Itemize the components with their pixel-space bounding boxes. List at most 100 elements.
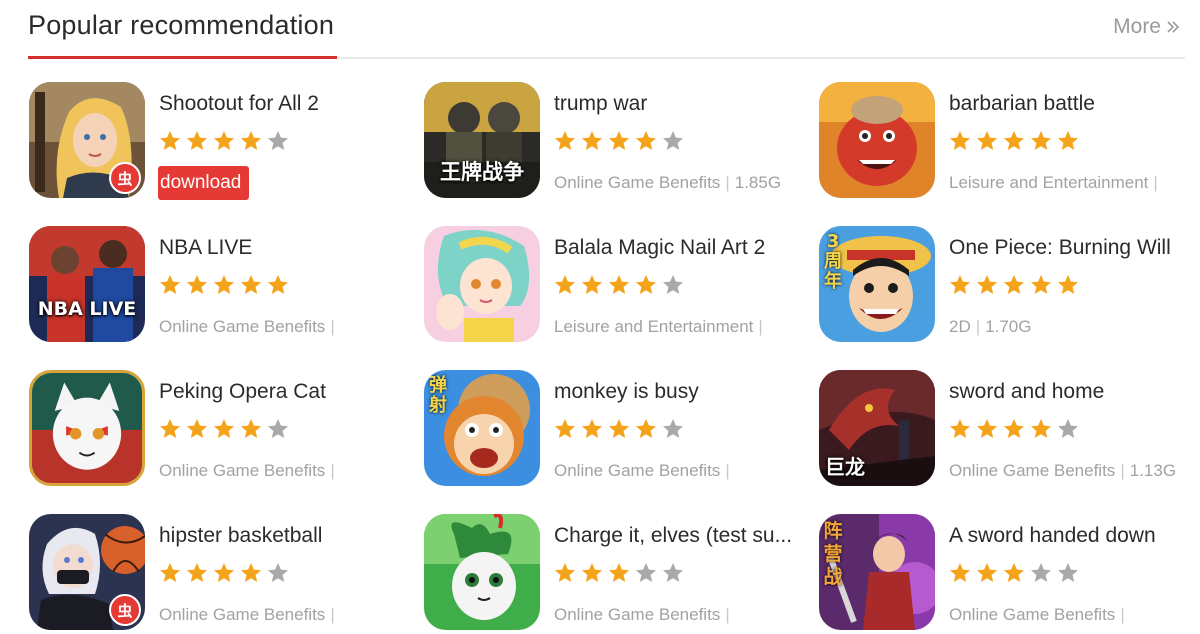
game-card[interactable]: Charge it, elves (test su... Online Game… <box>424 514 804 634</box>
game-meta: Online Game Benefits | <box>554 605 730 624</box>
rating-stars <box>947 273 1082 297</box>
star-icon <box>187 563 207 582</box>
game-category: 2D <box>949 317 971 336</box>
star-icon <box>214 419 234 438</box>
game-card[interactable]: 虫 Shootout for All 2 download <box>29 82 409 202</box>
game-meta: Online Game Benefits | <box>949 605 1125 624</box>
star-icon <box>582 131 602 150</box>
game-title[interactable]: trump war <box>554 92 647 116</box>
game-meta: 2D | 1.70G <box>949 317 1032 336</box>
star-icon <box>1058 131 1078 150</box>
star-icon <box>636 131 656 150</box>
red-barbarian-icon[interactable] <box>819 82 935 198</box>
game-category: Online Game Benefits <box>554 173 721 192</box>
anime-girl-nails-icon[interactable] <box>424 226 540 342</box>
game-meta: Online Game Benefits | 1.85G <box>554 173 782 192</box>
game-card[interactable]: 阵营战 A sword handed down Online Game Bene… <box>819 514 1199 634</box>
straw-hat-pirate-icon[interactable]: 3周年 <box>819 226 935 342</box>
star-icon <box>1004 131 1024 150</box>
rating-stars <box>552 417 687 441</box>
game-card[interactable]: 虫 hipster basketball Online Game Benefit… <box>29 514 409 634</box>
tile-text: 阵营战 <box>823 520 843 588</box>
tile-text: 3周年 <box>824 231 842 292</box>
game-category: Leisure and Entertainment <box>554 317 754 336</box>
star-icon <box>950 275 970 294</box>
game-category: Online Game Benefits <box>159 317 326 336</box>
game-card[interactable]: Peking Opera Cat Online Game Benefits | <box>29 370 409 490</box>
tile-badge: 虫 <box>109 162 141 194</box>
tile-text: 王牌战争 <box>440 160 524 184</box>
star-icon <box>160 419 180 438</box>
game-card[interactable]: barbarian battle Leisure and Entertainme… <box>819 82 1199 202</box>
game-category: Leisure and Entertainment <box>949 173 1149 192</box>
blonde-soldier-girl-icon[interactable]: 虫 <box>29 82 145 198</box>
tile-text: NBA LIVE <box>37 298 137 320</box>
game-title[interactable]: Balala Magic Nail Art 2 <box>554 236 765 260</box>
star-icon <box>187 131 207 150</box>
star-icon <box>241 563 261 582</box>
game-meta: Leisure and Entertainment | <box>949 173 1158 192</box>
masked-baller-icon[interactable]: 虫 <box>29 514 145 630</box>
game-title[interactable]: barbarian battle <box>949 92 1095 116</box>
game-card[interactable]: 巨龙 sword and home Online Game Benefits | 1… <box>819 370 1199 490</box>
star-icon <box>977 563 997 582</box>
star-icon <box>663 563 683 582</box>
game-title[interactable]: A sword handed down <box>949 524 1156 548</box>
game-size: 1.13G <box>1129 461 1177 480</box>
game-category: Online Game Benefits <box>554 461 721 480</box>
busy-monkey-icon[interactable]: 弹射 <box>424 370 540 486</box>
basketball-players-icon[interactable]: NBA LIVE <box>29 226 145 342</box>
game-card[interactable]: Balala Magic Nail Art 2 Leisure and Ente… <box>424 226 804 346</box>
star-icon <box>555 131 575 150</box>
game-meta: Online Game Benefits | <box>159 605 335 624</box>
star-icon <box>187 419 207 438</box>
star-icon <box>636 275 656 294</box>
game-meta: Online Game Benefits | 1.13G <box>949 461 1177 480</box>
star-icon <box>950 563 970 582</box>
star-icon <box>268 563 288 582</box>
green-elf-creature-icon[interactable] <box>424 514 540 630</box>
star-icon <box>977 275 997 294</box>
game-title[interactable]: hipster basketball <box>159 524 322 548</box>
rating-stars <box>947 417 1082 441</box>
star-icon <box>241 275 261 294</box>
star-icon <box>160 563 180 582</box>
game-title[interactable]: sword and home <box>949 380 1104 404</box>
game-category: Online Game Benefits <box>949 461 1116 480</box>
game-title[interactable]: Charge it, elves (test su... <box>554 524 792 548</box>
star-icon <box>1031 131 1051 150</box>
soldiers-icon[interactable]: 王牌战争 <box>424 82 540 198</box>
star-icon <box>636 563 656 582</box>
star-icon <box>555 563 575 582</box>
star-icon <box>214 275 234 294</box>
star-icon <box>187 275 207 294</box>
star-icon <box>1058 563 1078 582</box>
game-card[interactable]: 弹射 monkey is busy Online Game Benefits | <box>424 370 804 490</box>
sword-hero-icon[interactable]: 阵营战 <box>819 514 935 630</box>
star-icon <box>241 419 261 438</box>
game-title[interactable]: One Piece: Burning Will <box>949 236 1171 260</box>
game-card[interactable]: 3周年 One Piece: Burning Will 2D | 1.70G <box>819 226 1199 346</box>
opera-cat-icon[interactable] <box>29 370 145 486</box>
download-button[interactable]: download <box>158 166 249 200</box>
game-title[interactable]: Shootout for All 2 <box>159 92 319 116</box>
game-card[interactable]: NBA LIVE NBA LIVE Online Game Benefits | <box>29 226 409 346</box>
game-title[interactable]: NBA LIVE <box>159 236 252 260</box>
star-icon <box>977 419 997 438</box>
star-icon <box>1004 275 1024 294</box>
game-title[interactable]: monkey is busy <box>554 380 699 404</box>
tile-text: 弹射 <box>429 375 447 416</box>
star-icon <box>950 419 970 438</box>
game-category: Online Game Benefits <box>159 461 326 480</box>
star-icon <box>1031 275 1051 294</box>
game-card[interactable]: 王牌战争 trump war Online Game Benefits | 1.85… <box>424 82 804 202</box>
game-title[interactable]: Peking Opera Cat <box>159 380 326 404</box>
rating-stars <box>552 129 687 153</box>
star-icon <box>268 275 288 294</box>
star-icon <box>609 563 629 582</box>
dragon-warrior-icon[interactable]: 巨龙 <box>819 370 935 486</box>
star-icon <box>268 131 288 150</box>
rating-stars <box>157 129 292 153</box>
star-icon <box>663 131 683 150</box>
tile-badge: 虫 <box>109 594 141 626</box>
